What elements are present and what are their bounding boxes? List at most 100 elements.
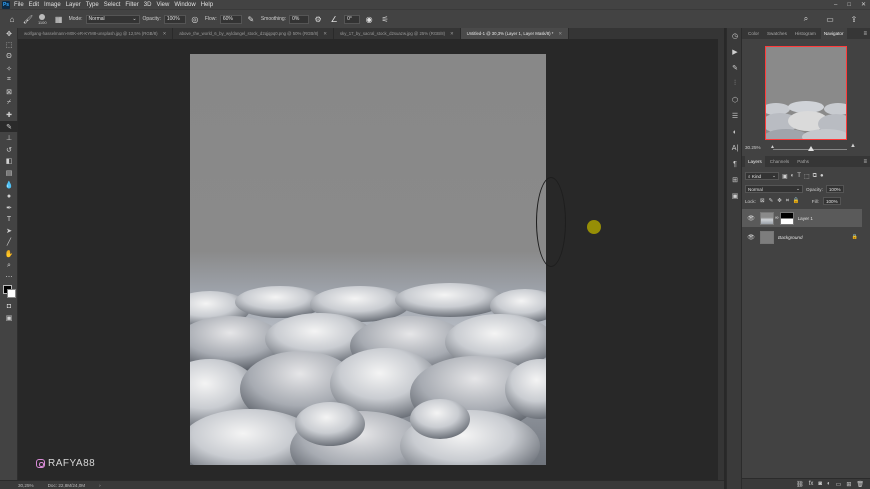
history-icon[interactable]: ◷ [727,28,743,44]
brush-size-picker[interactable]: 1100 [38,13,47,25]
filter-pixel-icon[interactable]: ▣ [782,173,788,180]
tab-document-2[interactable]: above_the_world_6_by_wyldangel_stock_d2q… [173,28,334,39]
vertical-scrollbar[interactable] [718,39,724,480]
menu-view[interactable]: View [156,2,169,8]
tab-swatches[interactable]: Swatches [764,28,790,39]
line-tool-icon[interactable]: ╱ [0,237,18,249]
hand-tool-icon[interactable]: ✋ [0,248,18,260]
layer-row-layer1[interactable]: 👁 ∞ Layer 1 [742,209,862,227]
eraser-tool-icon[interactable]: ◧ [0,156,18,168]
layer-opacity-field[interactable]: 100% [825,185,844,193]
blur-tool-icon[interactable]: 💧 [0,179,18,191]
fill-field[interactable]: 100% [822,197,841,205]
pressure-size-icon[interactable]: ◉ [363,13,375,25]
angle-icon[interactable]: ∠ [328,13,340,25]
lock-all-icon[interactable]: 🔒 [793,198,800,204]
link-layers-icon[interactable]: ⛓ [796,481,804,488]
menu-image[interactable]: Image [44,2,61,8]
minimize-icon[interactable]: – [834,2,837,8]
home-icon[interactable]: ⌂ [6,13,18,25]
character-icon[interactable]: A| [727,140,743,156]
tab-color[interactable]: Color [745,28,762,39]
brush-tool-preset-icon[interactable]: 🖌 [22,13,34,25]
layer-style-icon[interactable]: fx [809,481,814,487]
gradient-tool-icon[interactable]: ▤ [0,167,18,179]
tab-histogram[interactable]: Histogram [792,28,819,39]
lock-position-icon[interactable]: ✥ [777,198,782,204]
filter-smart-icon[interactable]: ⧉ [813,173,817,180]
group-icon[interactable]: ▭ [836,481,842,488]
adjustment-layer-icon[interactable]: ◐ [827,481,831,487]
new-layer-icon[interactable]: ⊞ [846,481,851,488]
layer-kind-filter[interactable]: ⌕ Kind ⌄ [745,172,779,180]
quick-select-tool-icon[interactable]: ✧ [0,63,18,75]
tab-layers[interactable]: Layers [745,156,765,167]
close-icon[interactable]: ✕ [450,31,454,37]
opacity-field[interactable]: 100% [163,14,186,24]
tab-document-1[interactable]: wolfgang-hasselmann-M0K-eR-KYM8-unsplash… [18,28,174,39]
trash-icon[interactable]: 🗑 [856,481,864,488]
background-color-icon[interactable] [7,289,16,299]
visibility-eye-icon[interactable]: 👁 [747,215,755,222]
add-mask-icon[interactable]: ◙ [818,481,822,487]
brush-settings-icon[interactable]: ▦ [53,13,65,25]
tab-document-3[interactable]: sky_17_by_sacral_stock_d2suazw.jpg @ 25%… [333,28,461,39]
frame-tool-icon[interactable]: ⊠ [0,86,18,98]
tab-channels[interactable]: Channels [767,156,792,167]
path-select-tool-icon[interactable]: ➤ [0,225,18,237]
quick-mask-icon[interactable]: ◘ [0,301,18,313]
lock-image-icon[interactable]: ✎ [769,198,774,204]
filter-shape-icon[interactable]: ⬚ [804,173,810,180]
pressure-opacity-icon[interactable]: ◎ [189,13,201,25]
more-tools-icon[interactable]: ⋯ [0,271,18,283]
close-icon[interactable]: ✕ [558,31,562,37]
tab-paths[interactable]: Paths [794,156,812,167]
filter-toggle-icon[interactable]: ● [820,173,824,179]
visibility-eye-icon[interactable]: 👁 [747,234,755,241]
menu-3d[interactable]: 3D [144,2,152,8]
lock-transparent-icon[interactable]: ⊠ [760,198,765,204]
panel-menu-icon[interactable]: ≡ [863,159,867,165]
dodge-tool-icon[interactable]: ● [0,190,18,202]
lock-artboard-icon[interactable]: ⌗ [786,198,789,205]
layer-name[interactable]: Background [778,235,803,240]
filter-adjustment-icon[interactable]: ◐ [791,173,795,179]
close-icon[interactable]: ✕ [861,1,866,8]
glyphs-icon[interactable]: ⊞ [727,172,743,188]
close-icon[interactable]: ✕ [323,31,327,37]
properties-icon[interactable]: ☰ [727,108,743,124]
layer-comps-icon[interactable]: ▣ [727,188,743,204]
screen-mode-icon[interactable]: ▣ [0,313,18,325]
paragraph-icon[interactable]: ¶ [727,156,743,172]
menu-help[interactable]: Help [201,2,213,8]
menu-file[interactable]: File [14,2,24,8]
close-icon[interactable]: ✕ [163,31,167,37]
flow-field[interactable]: 60% [219,14,242,24]
type-tool-icon[interactable]: T [0,214,18,226]
tab-navigator[interactable]: Navigator [820,28,847,39]
navigator-thumbnail[interactable] [765,46,847,140]
maximize-icon[interactable]: □ [847,2,851,8]
menu-select[interactable]: Select [104,2,121,8]
layer-name[interactable]: Layer 1 [798,216,813,221]
3d-icon[interactable]: ⬡ [727,92,743,108]
angle-field[interactable]: 0° [344,14,361,24]
menu-filter[interactable]: Filter [125,2,138,8]
zoom-in-icon[interactable]: ▲ [850,143,856,149]
layer-mask-thumbnail[interactable] [779,211,794,225]
search-icon[interactable]: ⌕ [800,13,812,25]
brush-settings-icon[interactable]: ⫶ [727,76,743,92]
history-brush-tool-icon[interactable]: ↺ [0,144,18,156]
mode-select[interactable]: Normal ⌄ [85,14,140,24]
mask-link-icon[interactable]: ∞ [775,215,779,221]
color-swatches[interactable] [0,283,18,301]
marquee-tool-icon[interactable]: ⬚ [0,40,18,52]
chevron-right-icon[interactable]: › [99,483,101,488]
menu-type[interactable]: Type [86,2,99,8]
slider-knob[interactable] [808,146,814,151]
adjustments-icon[interactable]: ◐ [727,124,743,140]
layer-row-background[interactable]: 👁 Background 🔒 [742,228,862,246]
crop-tool-icon[interactable]: ⌗ [0,74,18,86]
tab-document-active[interactable]: Untitled-1 @ 30,3% (Layer 1, Layer Mask/… [460,28,570,39]
smoothing-field[interactable]: 0% [289,14,310,24]
